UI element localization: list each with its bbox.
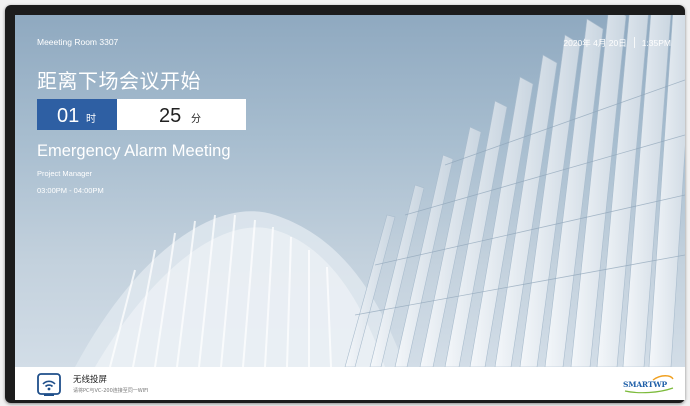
room-name: Meeeting Room 3307 [37, 37, 119, 47]
countdown-hours: 01 时 [37, 99, 117, 130]
bottom-bar: 无线投屏 请将PC与VC-200连接至同一WIFI SMARTWP [15, 367, 685, 400]
current-date: 2020年 4月 20日 [563, 38, 627, 48]
countdown-hours-unit: 时 [86, 114, 96, 125]
date-time-divider [633, 37, 635, 48]
meeting-room-screen: Meeeting Room 3307 2020年 4月 20日 1:35PM 距离… [15, 15, 685, 400]
wireless-cast-title: 无线投屏 [73, 375, 108, 385]
meeting-title: Emergency Alarm Meeting [37, 142, 231, 160]
date-time: 2020年 4月 20日 1:35PM [563, 37, 671, 49]
top-bar: Meeeting Room 3307 2020年 4月 20日 1:35PM [37, 37, 671, 51]
countdown-minutes-unit: 分 [191, 114, 201, 125]
countdown-minutes: 25 分 [117, 99, 246, 130]
current-time: 1:35PM [641, 38, 671, 48]
wireless-cast-icon[interactable] [36, 372, 62, 398]
next-meeting-headline: 距离下场会议开始 [37, 69, 201, 93]
brand-logo: SMARTWP [623, 374, 675, 394]
meeting-organizer: Project Manager [37, 169, 93, 178]
countdown-hours-value: 01 [57, 105, 80, 127]
countdown-minutes-value: 25 [159, 105, 182, 127]
countdown-timer: 01 时 25 分 [37, 99, 246, 130]
brand-name: SMARTWP [623, 380, 667, 389]
wireless-cast-hint: 请将PC与VC-200连接至同一WIFI [73, 388, 149, 394]
meeting-time-range: 03:00PM - 04:00PM [37, 186, 104, 195]
display-device: Meeeting Room 3307 2020年 4月 20日 1:35PM 距离… [5, 5, 685, 403]
